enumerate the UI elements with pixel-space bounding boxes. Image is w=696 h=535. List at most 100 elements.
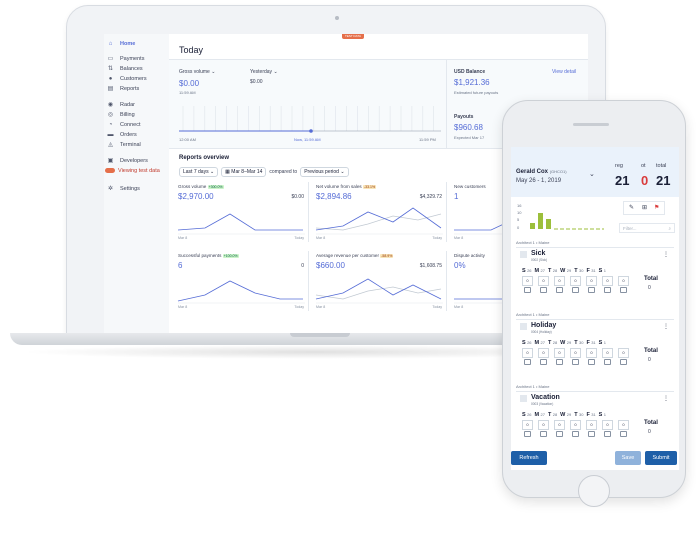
yesterday-select[interactable]: Yesterday ⌄ [250,69,278,75]
report-cell[interactable]: Average revenue per customer -58.9% $660.… [313,251,447,311]
comment-icon[interactable] [620,431,627,437]
hours-input[interactable]: 0 [538,420,549,430]
date-range-picker[interactable]: ▦ Mar 8–Mar 14 [221,167,267,177]
comment-icon[interactable] [540,359,547,365]
hours-input[interactable]: 0 [554,276,565,286]
hours-input[interactable]: 0 [570,420,581,430]
comment-icon[interactable] [620,287,627,293]
report-cell[interactable]: Successful payments +100.0% 6 0 Mar 8 Today [175,251,309,311]
page-title: Today [179,45,204,55]
comment-icon[interactable] [588,359,595,365]
more-options-icon[interactable]: ⋮ [663,251,669,258]
gear-icon: ✲ [107,186,114,192]
comment-icon[interactable] [572,287,579,293]
hours-input[interactable]: 0 [602,348,613,358]
comment-icon[interactable] [556,287,563,293]
row-checkbox[interactable] [520,395,527,402]
sidebar-item-settings[interactable]: ✲ Settings [104,183,169,194]
comment-icon[interactable] [604,431,611,437]
comment-icon[interactable] [556,431,563,437]
row-checkbox[interactable] [520,251,527,258]
chevron-down-icon: ⌄ [273,69,278,75]
reg-value: 21 [615,173,630,188]
hours-input[interactable]: 0 [618,348,629,358]
save-button[interactable]: Save [615,451,641,465]
hours-input[interactable]: 0 [554,348,565,358]
day-number: 26 [527,340,532,345]
range-select[interactable]: Last 7 days ⌄ [179,167,219,177]
sidebar-item-home[interactable]: ⌂ Home [104,38,169,49]
flag-icon[interactable]: ⚑ [654,204,659,211]
hours-input[interactable]: 0 [570,276,581,286]
report-sparkline [177,213,305,235]
comment-icon[interactable] [620,359,627,365]
report-title: New customers [454,184,486,189]
timesheet-section: Architect 1 • Maine Sick 0002 (Sick) ⋮ S 26 M… [511,240,679,312]
hours-input[interactable]: 0 [618,420,629,430]
sidebar-item-reports[interactable]: ▤ Reports [104,83,169,94]
home-button[interactable] [578,475,610,507]
hours-input[interactable]: 0 [522,276,533,286]
row-checkbox[interactable] [520,323,527,330]
day-number: 26 [527,268,532,273]
comment-icon[interactable] [524,359,531,365]
gross-volume-value: $0.00 [179,79,200,88]
hours-input[interactable]: 0 [618,276,629,286]
report-sparkline [315,278,443,304]
comment-icon[interactable] [540,287,547,293]
comment-icon[interactable] [588,287,595,293]
day-letter: M [534,268,540,274]
gross-volume-select[interactable]: Gross volume ⌄ [179,69,215,75]
payouts-sub: Expected Mar 17 [454,135,485,140]
day-number: 28 [552,340,558,345]
hours-input[interactable]: 0 [538,276,549,286]
chevron-down-icon: ⌄ [211,69,216,75]
employee-name[interactable]: Gerald Cox (GHCO1) [516,169,567,175]
hours-input[interactable]: 0 [586,420,597,430]
more-options-icon[interactable]: ⋮ [663,323,669,330]
report-x-end: Today [294,236,304,240]
day-number: 29 [566,268,572,273]
comment-icon[interactable] [524,287,531,293]
comment-icon[interactable] [588,431,595,437]
filter-input[interactable]: Filter... ⌕ [619,223,675,233]
hours-input[interactable]: 0 [538,348,549,358]
hours-input[interactable]: 0 [602,276,613,286]
day-number: 28 [552,268,558,273]
comment-icon[interactable] [604,287,611,293]
hours-input[interactable]: 0 [554,420,565,430]
comment-icon[interactable] [540,431,547,437]
report-title: Dispute activity [454,253,485,258]
comment-icon[interactable] [572,431,579,437]
day-number: 30 [578,412,584,417]
hours-input[interactable]: 0 [570,348,581,358]
usd-balance-value: $1,921.36 [454,78,490,87]
comment-icon[interactable] [572,359,579,365]
test-data-toggle[interactable]: Viewing test data [104,165,169,176]
edit-icon[interactable]: ✎ [629,204,634,211]
hours-input[interactable]: 0 [522,348,533,358]
more-options-icon[interactable]: ⋮ [663,395,669,402]
axis-start-label: 12:00 AM [179,137,196,142]
refresh-button[interactable]: Refresh [511,451,547,465]
chevron-down-icon[interactable]: ⌄ [589,170,595,178]
report-cell[interactable]: Net volume from sales -33.1% $2,894.86 $4,… [313,182,447,242]
submit-button[interactable]: Submit [645,451,677,465]
usd-view-detail-link[interactable]: View detail [552,69,576,75]
balance-icon: ⇅ [107,66,114,72]
report-title: Net volume from sales -33.1% [316,184,377,189]
comment-icon[interactable] [556,359,563,365]
comment-icon[interactable] [524,431,531,437]
day-letter: T [547,412,552,418]
chart-bar [538,213,543,229]
hours-input[interactable]: 0 [522,420,533,430]
hours-input[interactable]: 0 [586,276,597,286]
report-cell[interactable]: Gross volume +300.0% $2,970.00 $0.00 Mar 8T… [175,182,309,242]
day-letter: T [547,268,552,274]
period-select[interactable]: Previous period ⌄ [300,167,349,177]
comment-icon[interactable] [604,359,611,365]
sidebar-item-terminal[interactable]: ◬ Terminal [104,139,169,150]
hours-input[interactable]: 0 [602,420,613,430]
hours-input[interactable]: 0 [586,348,597,358]
grid-icon[interactable]: ⊞ [642,204,647,211]
